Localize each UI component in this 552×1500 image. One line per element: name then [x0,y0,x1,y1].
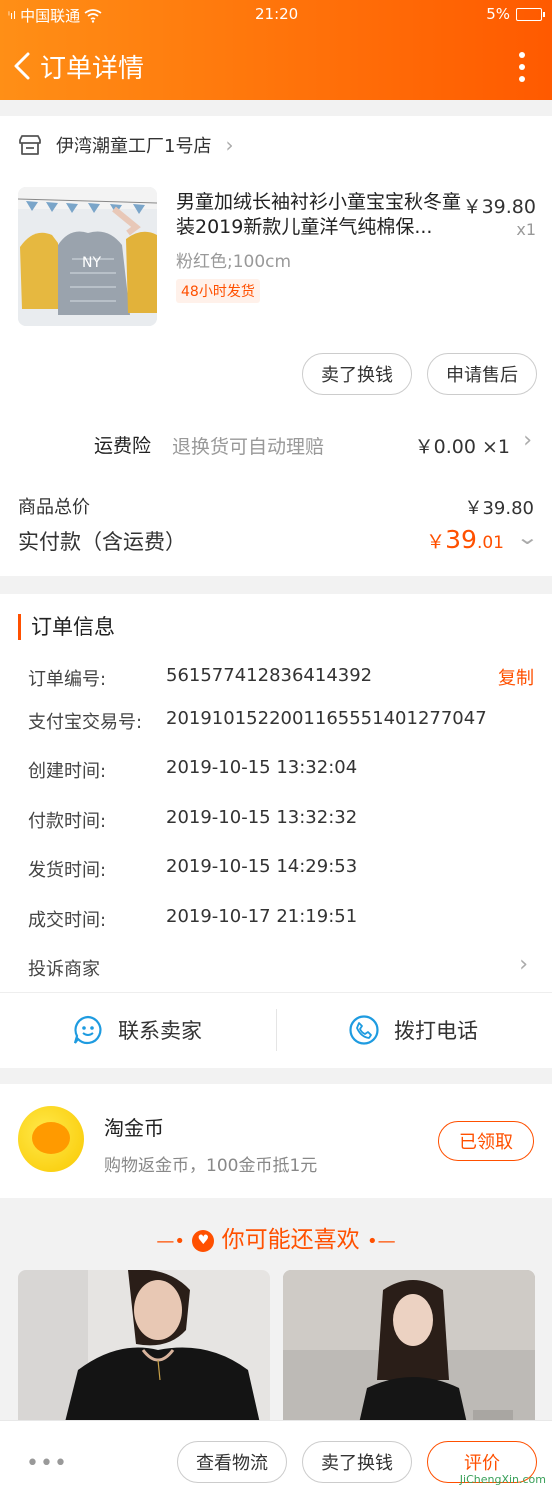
total-value: ￥39.80 [464,498,534,519]
status-time: 21:20 [255,5,299,23]
view-logistics-button[interactable]: 查看物流 [177,1441,287,1483]
battery-percent: 5% [486,5,510,23]
complain-seller-link[interactable]: 投诉商家 [28,955,100,981]
paid-amount: ￥39.01 [426,525,504,554]
paid-integer: 39 [445,525,477,554]
coins-title: 淘金币 [104,1116,164,1140]
chevron-down-icon[interactable]: ⌄ [516,525,539,549]
status-left: ⁱıl 中国联通 [8,5,102,26]
sell-button-bottom[interactable]: 卖了换钱 [302,1441,412,1483]
chevron-right-icon: › [523,428,532,453]
completed-time: 2019-10-17 21:19:51 [166,906,358,927]
signal-icon: ⁱıl [8,9,17,22]
store-icon [19,135,41,155]
copy-button[interactable]: 复制 [498,664,534,690]
coin-icon [18,1106,84,1172]
more-dots-icon[interactable]: ••• [26,1451,68,1476]
info-label: 订单编号: [28,669,107,690]
sell-button[interactable]: 卖了换钱 [302,353,412,395]
recommend-title-text: 你可能还喜欢 [221,1227,360,1253]
title-bar: 订单详情 [0,40,552,90]
heart-icon: ♥ [192,1229,215,1252]
status-right: 5% [486,5,545,23]
svg-text:NY: NY [82,255,101,271]
status-bar: ⁱıl 中国联通 21:20 5% [0,0,552,30]
phone-icon [349,1015,379,1045]
product-photo: NY [18,187,157,326]
shipping-badge: 48小时发货 [176,279,260,303]
info-label: 付款时间: [28,811,107,832]
paid-time: 2019-10-15 13:32:32 [166,807,358,828]
after-sale-button[interactable]: 申请售后 [427,353,537,395]
call-phone-label: 拨打电话 [394,1019,478,1043]
order-info-title: 订单信息 [18,614,115,640]
coins-desc: 购物返金币，100金币抵1元 [104,1156,318,1176]
alipay-trade-number: 2019101522001165551401277047 [166,708,487,729]
contact-row: 联系卖家 拨打电话 [0,992,552,1066]
back-arrow-icon[interactable] [8,46,38,86]
product-title[interactable]: 男童加绒长袖衬衫小童宝宝秋冬童装2019新款儿童洋气纯棉保... [176,190,461,240]
insurance-label: 运费险 [94,435,152,457]
info-label: 成交时间: [28,910,107,931]
shipped-time: 2019-10-15 14:29:53 [166,856,358,877]
divider [276,1009,277,1051]
shop-name: 伊湾潮童工厂1号店 [56,136,212,157]
more-menu-icon[interactable] [514,50,530,84]
chat-icon [73,1015,102,1045]
chevron-right-icon: › [519,952,528,977]
watermark-text: JiChengXin.com [459,1473,546,1486]
carrier-label: 中国联通 [20,7,81,25]
shop-link[interactable]: 伊湾潮童工厂1号店 › [18,132,233,158]
insurance-value: ￥0.00 ×1 [414,436,510,458]
order-number: 561577412836414392 [166,665,373,686]
contact-seller-label: 联系卖家 [118,1019,202,1043]
paid-decimal: .01 [476,533,504,553]
info-label: 创建时间: [28,761,107,782]
call-phone-button[interactable]: 拨打电话 [348,993,478,1067]
dash-left-decoration: —• [156,1231,186,1252]
coins-claimed-button[interactable]: 已领取 [438,1121,534,1161]
created-time: 2019-10-15 13:32:04 [166,757,358,778]
total-label: 商品总价 [18,497,90,518]
battery-icon [516,7,545,21]
paid-label: 实付款（含运费） [18,530,186,554]
paid-currency: ￥ [426,531,446,553]
product-quantity: x1 [516,220,536,239]
watermark: JiChengXin.com [436,1448,546,1486]
chevron-right-icon: › [225,133,234,157]
insurance-desc: 退换货可自动理赔 [172,436,325,458]
contact-seller-button[interactable]: 联系卖家 [72,993,202,1067]
wifi-icon [84,8,102,23]
product-sku: 粉红色;100cm [176,252,292,272]
info-label: 发货时间: [28,860,107,881]
info-label: 支付宝交易号: [28,712,143,733]
page-title: 订单详情 [40,54,145,84]
product-price: ￥39.80 [462,196,536,218]
header: ⁱıl 中国联通 21:20 5% 订单详情 [0,0,552,100]
dash-right-decoration: •— [366,1231,396,1252]
product-image[interactable]: NY [18,187,157,326]
recommend-title: —• ♥ 你可能还喜欢 •— [0,1220,552,1254]
